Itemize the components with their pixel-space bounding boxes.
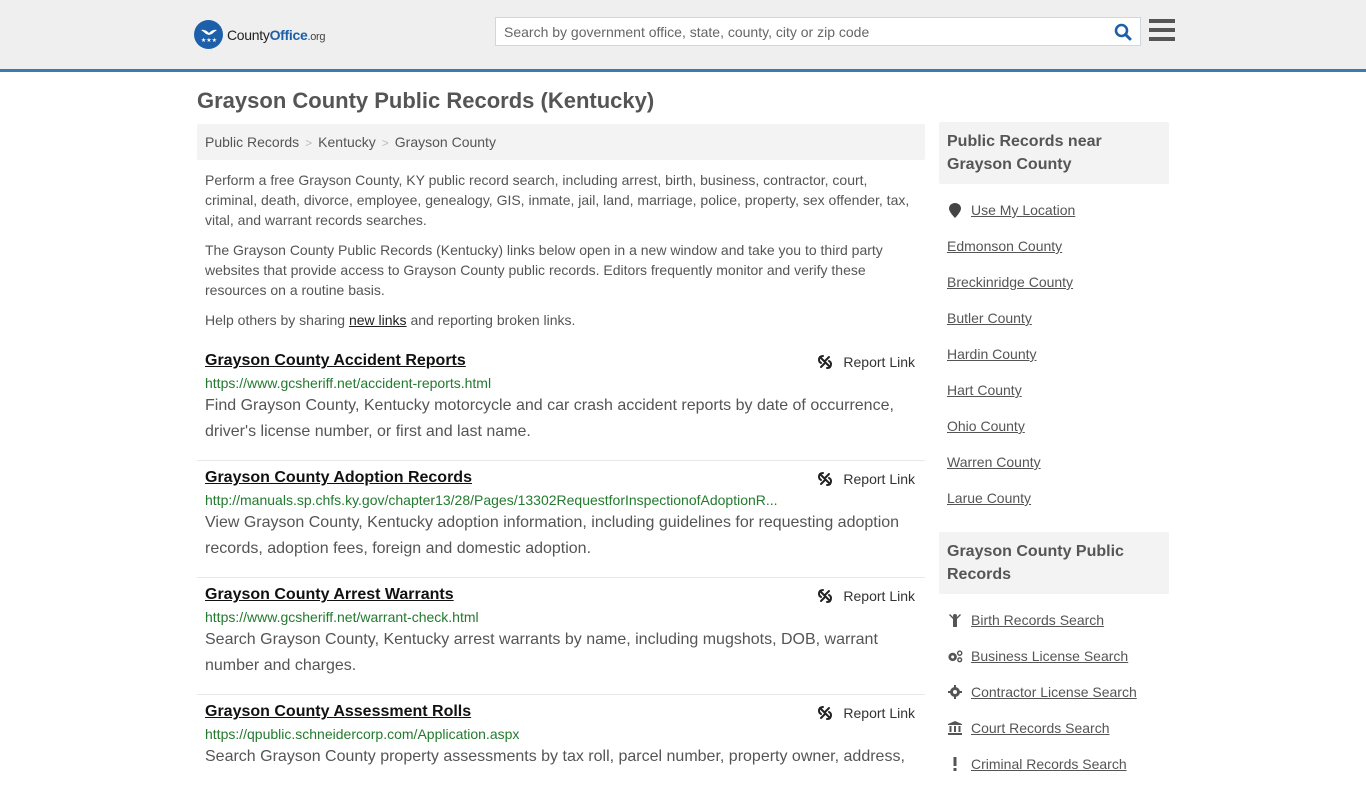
broken-link-icon	[818, 355, 833, 369]
nearby-county-item: Breckinridge County	[947, 264, 1161, 300]
page-title: Grayson County Public Records (Kentucky)	[197, 88, 655, 113]
record-url: https://www.gcsheriff.net/warrant-check.…	[205, 609, 479, 625]
record-description: Search Grayson County, Kentucky arrest w…	[205, 631, 878, 674]
broken-link-icon	[818, 589, 833, 603]
record-url: http://manuals.sp.chfs.ky.gov/chapter13/…	[205, 492, 778, 508]
business-license-link[interactable]: Business License Search	[971, 648, 1128, 664]
nearby-list: Use My Location Edmonson County Breckinr…	[939, 184, 1169, 532]
record-description: View Grayson County, Kentucky adoption i…	[205, 514, 900, 557]
record-url: https://www.gcsheriff.net/accident-repor…	[205, 375, 492, 391]
record-description: Find Grayson County, Kentucky motorcycle…	[205, 397, 894, 440]
share-links-note: Help others by sharing new links and rep…	[197, 310, 925, 330]
gears-icon	[947, 649, 963, 663]
child-icon	[947, 613, 963, 627]
report-link-label: Report Link	[843, 588, 915, 604]
nearby-county-link[interactable]: Hardin County	[947, 346, 1037, 362]
nearby-county-item: Hart County	[947, 372, 1161, 408]
search-icon	[1114, 23, 1132, 40]
intro-paragraph: Perform a free Grayson County, KY public…	[205, 172, 910, 228]
record-item: Grayson County Arrest Warrants Report Li…	[197, 578, 925, 695]
birth-records-link[interactable]: Birth Records Search	[971, 612, 1104, 628]
nearby-county-link[interactable]: Warren County	[947, 454, 1041, 470]
eagle-stars-logo-icon: ★★★	[194, 20, 223, 49]
county-record-item: Contractor License Search	[947, 674, 1161, 710]
nearby-county-item: Ohio County	[947, 408, 1161, 444]
county-records-heading: Grayson County Public Records	[939, 532, 1169, 594]
report-link-label: Report Link	[843, 471, 915, 487]
breadcrumb-kentucky[interactable]: Kentucky	[318, 134, 376, 150]
breadcrumb-public-records[interactable]: Public Records	[205, 134, 299, 150]
contractor-license-link[interactable]: Contractor License Search	[971, 684, 1137, 700]
new-links-link[interactable]: new links	[349, 312, 407, 328]
record-item: Grayson County Accident Reports Report L…	[197, 344, 925, 461]
record-item: Grayson County Assessment Rolls Report L…	[197, 695, 925, 812]
courthouse-icon	[947, 721, 963, 735]
exclamation-icon	[947, 757, 963, 771]
record-item: Grayson County Adoption Records Report L…	[197, 461, 925, 578]
nearby-county-link[interactable]: Larue County	[947, 490, 1031, 506]
use-my-location-link[interactable]: Use My Location	[971, 202, 1075, 218]
nearby-county-item: Larue County	[947, 480, 1161, 516]
hamburger-menu-icon[interactable]	[1149, 19, 1175, 43]
site-header: ★★★ CountyOffice.org	[0, 0, 1366, 72]
intro-paragraph: The Grayson County Public Records (Kentu…	[205, 242, 883, 298]
county-records-list: Birth Records Search Business License Se…	[939, 594, 1169, 798]
nearby-county-item: Edmonson County	[947, 228, 1161, 264]
gear-icon	[947, 685, 963, 699]
main-content: Perform a free Grayson County, KY public…	[197, 170, 925, 812]
site-logo[interactable]: ★★★ CountyOffice.org	[194, 20, 326, 49]
search-bar	[495, 17, 1141, 46]
court-records-link[interactable]: Court Records Search	[971, 720, 1110, 736]
search-input[interactable]	[496, 18, 1106, 45]
map-marker-icon	[947, 202, 963, 218]
record-list: Grayson County Accident Reports Report L…	[197, 344, 925, 812]
nearby-heading: Public Records near Grayson County	[939, 122, 1169, 184]
breadcrumb-separator: >	[381, 136, 389, 150]
nearby-county-item: Hardin County	[947, 336, 1161, 372]
report-link-button[interactable]: Report Link	[817, 354, 915, 370]
record-title-link[interactable]: Grayson County Adoption Records	[205, 469, 472, 487]
report-link-button[interactable]: Report Link	[817, 705, 915, 721]
breadcrumb-grayson-county[interactable]: Grayson County	[395, 134, 496, 150]
nearby-county-link[interactable]: Breckinridge County	[947, 274, 1073, 290]
nearby-county-link[interactable]: Ohio County	[947, 418, 1025, 434]
nearby-county-link[interactable]: Hart County	[947, 382, 1022, 398]
record-title-link[interactable]: Grayson County Arrest Warrants	[205, 586, 454, 604]
record-title-link[interactable]: Grayson County Assessment Rolls	[205, 703, 471, 721]
record-title-link[interactable]: Grayson County Accident Reports	[205, 352, 466, 370]
county-record-item: Birth Records Search	[947, 602, 1161, 638]
broken-link-icon	[818, 472, 833, 486]
county-record-item: Court Records Search	[947, 710, 1161, 746]
sidebar: Public Records near Grayson County Use M…	[939, 122, 1169, 798]
broken-link-icon	[818, 706, 833, 720]
county-record-item: Criminal Records Search	[947, 746, 1161, 782]
share-text: Help others by sharing	[205, 312, 349, 328]
report-link-label: Report Link	[843, 705, 915, 721]
intro: Perform a free Grayson County, KY public…	[197, 170, 925, 330]
criminal-records-link[interactable]: Criminal Records Search	[971, 756, 1127, 772]
nearby-county-link[interactable]: Edmonson County	[947, 238, 1062, 254]
nearby-county-link[interactable]: Butler County	[947, 310, 1032, 326]
nearby-county-item: Butler County	[947, 300, 1161, 336]
county-record-item: Business License Search	[947, 638, 1161, 674]
search-button[interactable]	[1106, 18, 1140, 45]
report-link-button[interactable]: Report Link	[817, 588, 915, 604]
svg-text:★★★: ★★★	[200, 37, 216, 44]
logo-text: CountyOffice.org	[227, 26, 326, 43]
report-link-button[interactable]: Report Link	[817, 471, 915, 487]
share-text: and reporting broken links.	[406, 312, 576, 328]
use-location-item: Use My Location	[947, 192, 1161, 228]
report-link-label: Report Link	[843, 354, 915, 370]
breadcrumb-separator: >	[305, 136, 313, 150]
record-description: Search Grayson County property assessmen…	[205, 748, 905, 765]
record-url: https://qpublic.schneidercorp.com/Applic…	[205, 726, 520, 742]
nearby-county-item: Warren County	[947, 444, 1161, 480]
breadcrumb: Public Records > Kentucky > Grayson County	[197, 124, 925, 160]
